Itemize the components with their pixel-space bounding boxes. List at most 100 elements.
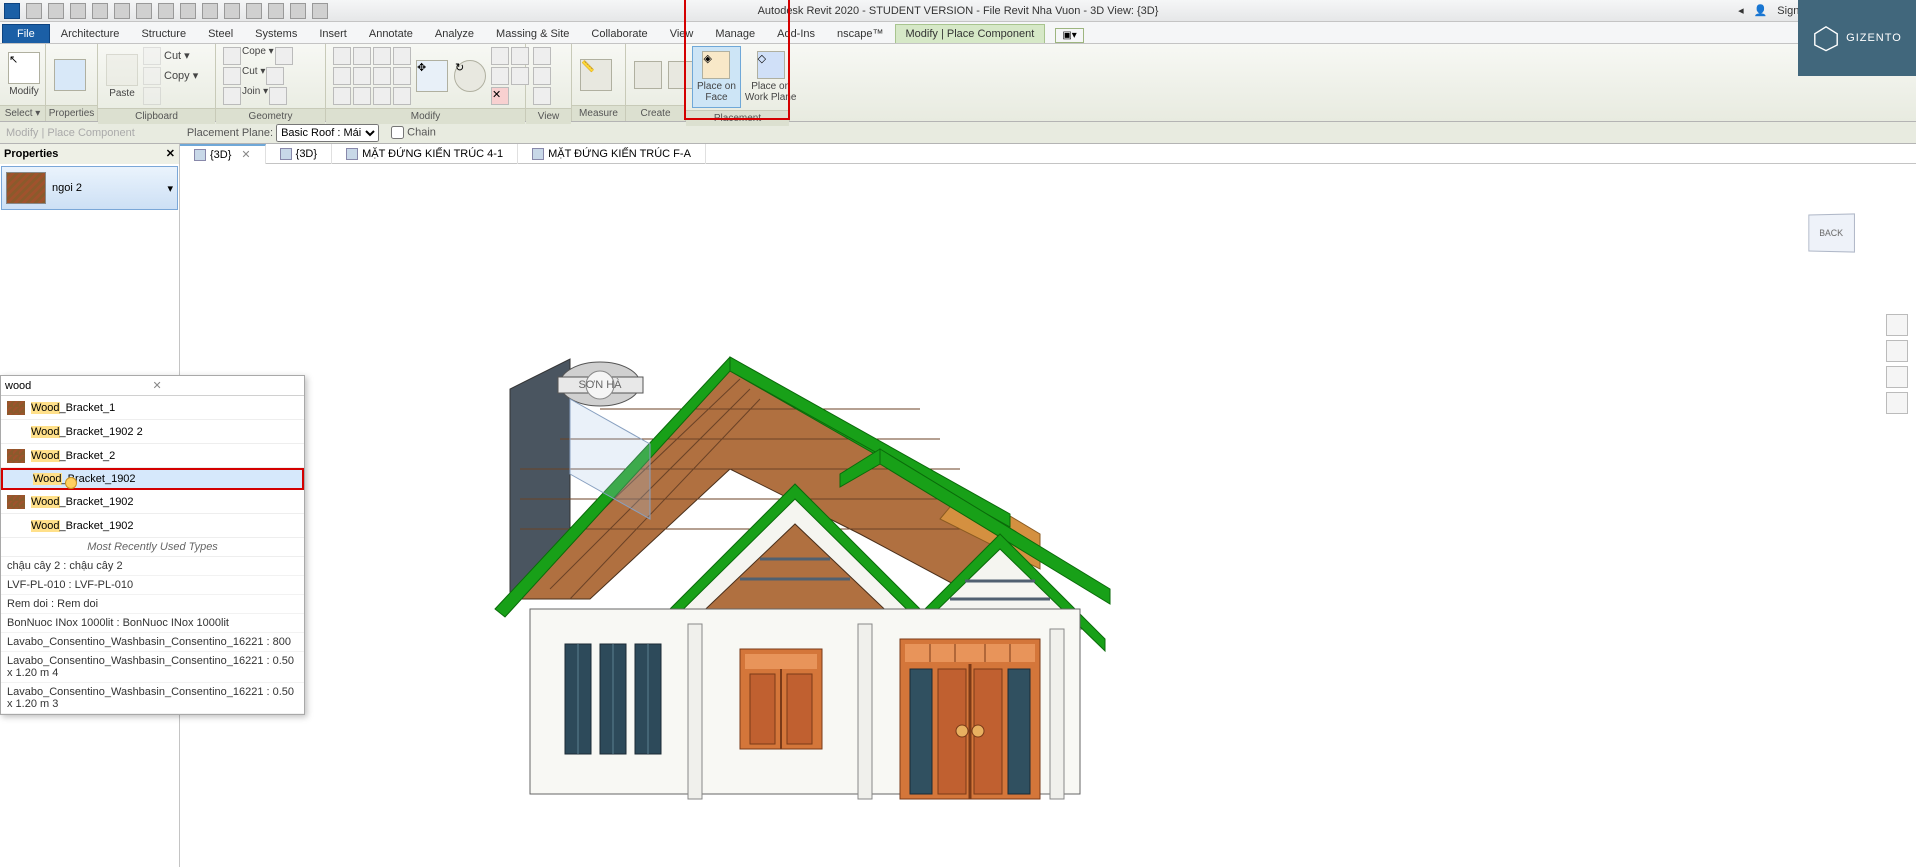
matchtype-icon (143, 87, 161, 105)
align-icon[interactable] (333, 47, 351, 65)
scale-icon[interactable] (353, 87, 371, 105)
viewcube-back[interactable]: BACK (1808, 213, 1855, 252)
type-option[interactable]: Lavabo_Consentino_Washbasin_Consentino_1… (1, 652, 304, 683)
tab-collaborate[interactable]: Collaborate (580, 24, 658, 43)
tab-steel[interactable]: Steel (197, 24, 244, 43)
default3d-icon[interactable] (224, 3, 240, 19)
thin-lines-icon[interactable] (268, 3, 284, 19)
type-option[interactable]: Wood_Bracket_1902 (1, 490, 304, 514)
pin-icon[interactable] (373, 87, 391, 105)
view-cube[interactable]: BACK (1796, 214, 1866, 264)
clear-search-icon[interactable]: ✕ (153, 379, 301, 392)
redo-icon[interactable] (114, 3, 130, 19)
undo-icon[interactable] (92, 3, 108, 19)
place-face-icon: ◈ (702, 51, 730, 79)
grid3-icon[interactable] (491, 67, 509, 85)
type-option[interactable]: Wood_Bracket_2 (1, 444, 304, 468)
move-big-icon[interactable]: ✥ (416, 60, 448, 92)
view1-icon[interactable] (533, 47, 551, 65)
tab-insert[interactable]: Insert (308, 24, 358, 43)
viewport-3d[interactable]: GIZENTO BACK SƠN HÀ (180, 164, 1916, 867)
split-icon[interactable] (393, 67, 411, 85)
switch-win-icon[interactable] (312, 3, 328, 19)
section-icon[interactable] (246, 3, 262, 19)
nav-wheel-icon[interactable] (1886, 314, 1908, 336)
geo3-icon[interactable] (269, 87, 287, 105)
cope-icon[interactable] (223, 47, 241, 65)
type-option[interactable]: chậu cây 2 : chậu cây 2 (1, 557, 304, 576)
open-icon[interactable] (26, 3, 42, 19)
type-option[interactable]: Wood_Bracket_1 (1, 396, 304, 420)
viewtab-3d-1[interactable]: {3D}✕ (180, 144, 266, 164)
type-option[interactable]: Lavabo_Consentino_Washbasin_Consentino_1… (1, 683, 304, 714)
type-option[interactable]: Lavabo_Consentino_Washbasin_Consentino_1… (1, 633, 304, 652)
user-icon[interactable]: 👤 (1754, 4, 1768, 17)
window-title: Autodesk Revit 2020 - STUDENT VERSION - … (758, 5, 1159, 17)
tab-analyze[interactable]: Analyze (424, 24, 485, 43)
del2-icon[interactable]: ✕ (491, 87, 509, 105)
tab-annotate[interactable]: Annotate (358, 24, 424, 43)
type-option[interactable]: Wood_Bracket_1902 (1, 514, 304, 538)
copy2-icon[interactable] (353, 67, 371, 85)
type-option[interactable]: Wood_Bracket_1902 2 (1, 420, 304, 444)
geo1-icon[interactable] (275, 47, 293, 65)
placement-plane-select[interactable]: Basic Roof : Mái (276, 124, 379, 142)
grid1-icon[interactable] (491, 47, 509, 65)
properties-icon[interactable] (54, 59, 86, 91)
save-icon[interactable] (48, 3, 64, 19)
chain-checkbox[interactable]: Chain (391, 126, 436, 139)
arrow-icon[interactable]: ◂ (1738, 4, 1744, 17)
offset-icon[interactable] (353, 47, 371, 65)
view2-icon[interactable] (533, 67, 551, 85)
viewtab-elev-fa[interactable]: MẶT ĐỨNG KIẾN TRÚC F-A (518, 144, 706, 164)
viewtab-elev-41[interactable]: MẶT ĐỨNG KIẾN TRÚC 4-1 (332, 144, 518, 164)
viewtab-3d-2[interactable]: {3D} (266, 144, 332, 164)
tab-systems[interactable]: Systems (244, 24, 308, 43)
rotate-icon[interactable] (373, 67, 391, 85)
type-option[interactable]: BonNuoc INox 1000lit : BonNuoc INox 1000… (1, 614, 304, 633)
ribbon-mode-icon[interactable]: ▣▾ (1055, 28, 1083, 43)
pan-icon[interactable] (1886, 340, 1908, 362)
measure-icon[interactable]: 📏 (580, 59, 612, 91)
view3-icon[interactable] (533, 87, 551, 105)
tab-view[interactable]: View (659, 24, 705, 43)
type-option[interactable]: LVF-PL-010 : LVF-PL-010 (1, 576, 304, 595)
print-icon[interactable] (136, 3, 152, 19)
join-icon[interactable] (223, 87, 241, 105)
place-wp-icon: ◇ (757, 51, 785, 79)
delete-icon[interactable] (393, 87, 411, 105)
modify-cursor-icon[interactable]: ↖ (8, 52, 40, 84)
viewtab-close-icon[interactable]: ✕ (241, 148, 250, 161)
move-icon[interactable] (333, 67, 351, 85)
orbit-icon[interactable] (1886, 392, 1908, 414)
zoom-icon[interactable] (1886, 366, 1908, 388)
type-selector[interactable]: ngoi 2 ▾ (1, 166, 178, 210)
array-icon[interactable] (333, 87, 351, 105)
place-on-face-button[interactable]: ◈Place on Face (692, 46, 741, 108)
tab-architecture[interactable]: Architecture (50, 24, 131, 43)
measure-icon[interactable] (158, 3, 174, 19)
properties-close-icon[interactable]: ✕ (166, 147, 175, 160)
type-search-input[interactable]: wood✕ (1, 376, 304, 396)
tab-modify-place[interactable]: Modify | Place Component (895, 24, 1046, 43)
rotate-big-icon[interactable]: ↻ (454, 60, 486, 92)
tab-structure[interactable]: Structure (130, 24, 197, 43)
type-option-selected[interactable]: Wood_Bracket_1902 (1, 468, 304, 490)
sync-icon[interactable] (70, 3, 86, 19)
tab-manage[interactable]: Manage (704, 24, 766, 43)
type-option[interactable]: Rem doi : Rem doi (1, 595, 304, 614)
close-hidden-icon[interactable] (290, 3, 306, 19)
trim-icon[interactable] (393, 47, 411, 65)
text-icon[interactable] (202, 3, 218, 19)
place-on-workplane-button[interactable]: ◇Place on Work Plane (743, 49, 799, 105)
mirror-icon[interactable] (373, 47, 391, 65)
cutgeo-icon[interactable] (223, 67, 241, 85)
tab-addins[interactable]: Add-Ins (766, 24, 826, 43)
create1-icon[interactable] (634, 61, 662, 89)
tab-enscape[interactable]: nscape™ (826, 24, 894, 43)
tab-file[interactable]: File (2, 24, 50, 43)
dim-icon[interactable] (180, 3, 196, 19)
geo2-icon[interactable] (266, 67, 284, 85)
tab-massing[interactable]: Massing & Site (485, 24, 580, 43)
type-thumb-icon (6, 172, 46, 204)
